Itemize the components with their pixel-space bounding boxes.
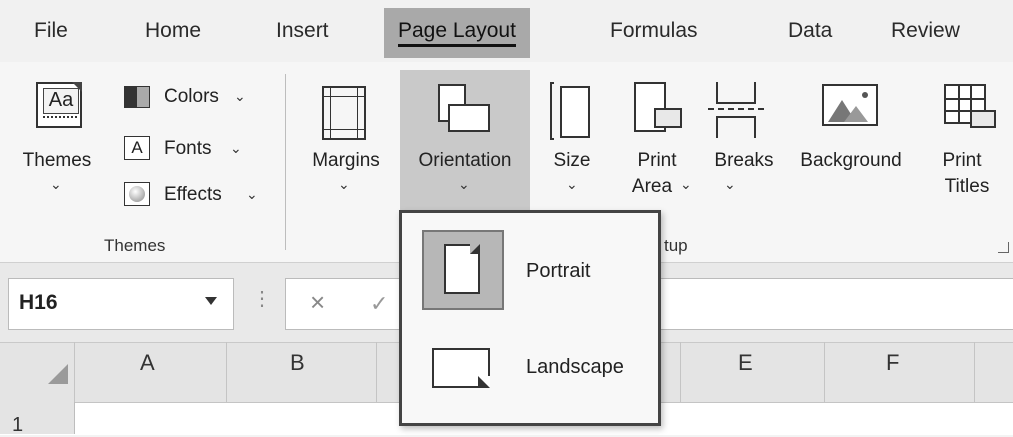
chevron-down-icon: ⌄ [50, 176, 62, 192]
picture-icon [822, 84, 878, 126]
tab-home[interactable]: Home [145, 8, 201, 58]
portrait-option[interactable]: Portrait [526, 260, 590, 283]
margins-label: Margins [312, 150, 380, 171]
breaks-icon-top [716, 82, 756, 104]
size-label: Size [553, 150, 591, 171]
margins-button[interactable]: Margins ⌄ [300, 72, 392, 212]
tab-page-layout-label: Page Layout [398, 19, 516, 47]
chevron-down-icon: ⌄ [338, 176, 350, 192]
effects-icon-circle [129, 186, 145, 202]
background-button[interactable]: Background [786, 72, 916, 212]
margins-icon [322, 86, 366, 140]
print-titles-button[interactable]: Print Titles [930, 72, 1010, 212]
themes-group-label: Themes [104, 236, 166, 255]
background-label: Background [800, 150, 902, 171]
name-box-value: H16 [19, 291, 58, 314]
orientation-button[interactable]: Orientation ⌄ [400, 70, 530, 212]
printer-icon [654, 108, 682, 128]
print-area-label-line1: Print [637, 150, 677, 171]
select-all-icon[interactable] [48, 364, 68, 384]
orientation-icon-landscape [448, 104, 490, 132]
tab-data[interactable]: Data [788, 8, 832, 58]
breaks-button[interactable]: Breaks ⌄ [704, 72, 784, 212]
chevron-down-icon[interactable] [205, 297, 217, 305]
breaks-label: Breaks [714, 150, 774, 171]
size-icon [560, 86, 590, 138]
portrait-icon [444, 244, 480, 294]
portrait-option-highlight[interactable] [422, 230, 504, 310]
group-separator [285, 74, 286, 250]
breaks-icon-bottom [716, 116, 756, 138]
colors-label: Colors [164, 86, 219, 107]
themes-icon-dots [43, 116, 77, 122]
column-header-e[interactable]: E [738, 350, 753, 376]
name-box[interactable]: H16 [8, 278, 234, 330]
breaks-icon-line [708, 108, 764, 110]
themes-button[interactable]: Aa Themes ⌄ [20, 72, 100, 212]
chevron-down-icon: ⌄ [724, 176, 736, 192]
page-setup-group-label: tup [664, 236, 688, 255]
fonts-icon: A [124, 136, 150, 160]
column-header-a[interactable]: A [140, 350, 155, 376]
chevron-down-icon: ⌄ [680, 176, 692, 192]
landscape-icon [432, 348, 490, 388]
themes-icon: Aa [36, 82, 82, 128]
chevron-down-icon: ⌄ [234, 88, 246, 104]
fonts-label: Fonts [164, 138, 212, 159]
ribbon-tab-bar: File Home Insert Page Layout Formulas Da… [0, 0, 1013, 62]
row-header-1[interactable]: 1 [0, 402, 75, 436]
colors-icon [124, 86, 150, 108]
effects-button[interactable]: Effects ⌄ [122, 180, 272, 210]
chevron-down-icon: ⌄ [246, 186, 258, 202]
formula-controls: × ✓ [285, 278, 407, 330]
check-icon[interactable]: ✓ [370, 291, 388, 317]
orientation-label: Orientation [418, 150, 512, 171]
fonts-button[interactable]: A Fonts ⌄ [122, 134, 262, 164]
print-area-label-line2: Area [631, 176, 673, 197]
print-titles-label-line1: Print [942, 150, 982, 171]
chevron-down-icon: ⌄ [230, 140, 242, 156]
themes-label: Themes [22, 150, 92, 171]
tab-file[interactable]: File [34, 8, 68, 58]
dialog-launcher-icon[interactable] [998, 242, 1009, 253]
tab-formulas[interactable]: Formulas [610, 8, 698, 58]
close-icon[interactable]: × [310, 287, 325, 318]
themes-icon-corner [72, 82, 82, 92]
printer-icon [970, 110, 996, 128]
print-titles-label-line2: Titles [944, 176, 990, 197]
print-area-button[interactable]: Print Area ⌄ [614, 72, 700, 212]
tab-page-layout[interactable]: Page Layout [384, 8, 530, 58]
size-button[interactable]: Size ⌄ [540, 72, 604, 212]
column-header-b[interactable]: B [290, 350, 305, 376]
chevron-down-icon: ⌄ [566, 176, 578, 192]
column-header-f[interactable]: F [886, 350, 899, 376]
tab-insert[interactable]: Insert [276, 8, 329, 58]
effects-label: Effects [164, 184, 222, 205]
tab-review[interactable]: Review [891, 8, 960, 58]
landscape-option[interactable]: Landscape [526, 356, 624, 379]
formula-bar-grip-icon: ⋮ [252, 288, 272, 310]
size-icon-ruler [550, 82, 554, 140]
chevron-down-icon: ⌄ [458, 176, 470, 192]
colors-button[interactable]: Colors ⌄ [122, 84, 262, 112]
formula-input[interactable] [660, 278, 1013, 330]
effects-icon [124, 182, 150, 206]
